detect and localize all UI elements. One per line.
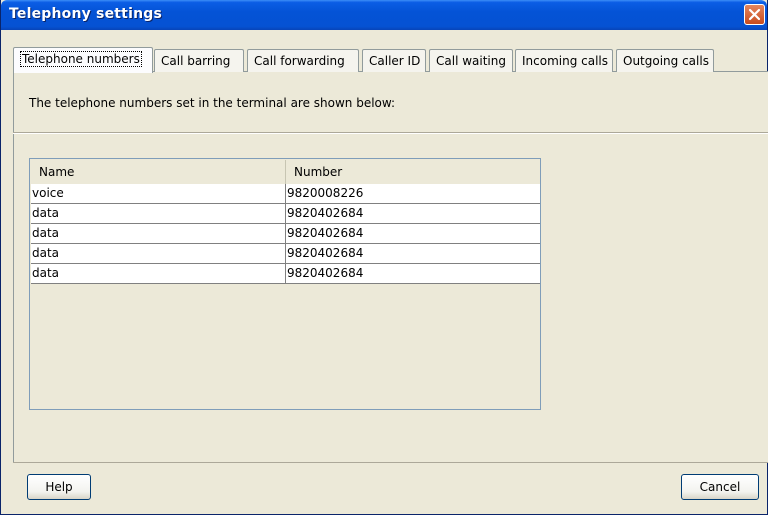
tab-call-barring[interactable]: Call barring xyxy=(154,49,244,72)
cancel-button[interactable]: Cancel xyxy=(681,474,759,500)
cell-number[interactable]: 9820402684 xyxy=(286,244,540,264)
cell-number[interactable]: 9820402684 xyxy=(286,224,540,244)
table-row[interactable]: data 9820402684 xyxy=(31,244,540,264)
table-body: voice 9820008226 data 9820402684 data 98… xyxy=(31,184,540,284)
cell-name[interactable]: voice xyxy=(31,184,286,204)
cell-name[interactable]: data xyxy=(31,204,286,224)
telephony-settings-window: Telephony settings Telephone numbers Cal… xyxy=(0,0,768,515)
close-icon xyxy=(748,8,761,21)
help-button[interactable]: Help xyxy=(27,474,91,500)
column-header-number[interactable]: Number xyxy=(286,160,540,184)
title-bar: Telephony settings xyxy=(1,0,767,30)
cell-number[interactable]: 9820008226 xyxy=(286,184,540,204)
tab-outgoing-calls[interactable]: Outgoing calls xyxy=(616,49,714,72)
cell-number[interactable]: 9820402684 xyxy=(286,204,540,224)
window-title: Telephony settings xyxy=(9,6,162,22)
cell-name[interactable]: data xyxy=(31,264,286,284)
cell-number[interactable]: 9820402684 xyxy=(286,264,540,284)
tab-call-forwarding[interactable]: Call forwarding xyxy=(247,49,359,72)
divider xyxy=(13,132,768,134)
table-row[interactable]: data 9820402684 xyxy=(31,224,540,244)
description-text: The telephone numbers set in the termina… xyxy=(29,96,396,110)
footer-divider xyxy=(13,462,768,463)
telephone-numbers-table[interactable]: Name Number voice 9820008226 data 982040… xyxy=(29,158,541,410)
table-header: Name Number xyxy=(31,160,540,185)
table-row[interactable]: data 9820402684 xyxy=(31,204,540,224)
tab-caller-id[interactable]: Caller ID xyxy=(362,49,426,72)
cell-name[interactable]: data xyxy=(31,244,286,264)
cell-name[interactable]: data xyxy=(31,224,286,244)
column-header-name[interactable]: Name xyxy=(31,160,286,184)
tab-telephone-numbers[interactable]: Telephone numbers xyxy=(13,47,153,73)
table-row[interactable]: voice 9820008226 xyxy=(31,184,540,204)
table-row[interactable]: data 9820402684 xyxy=(31,264,540,284)
tab-incoming-calls[interactable]: Incoming calls xyxy=(515,49,613,72)
tab-call-waiting[interactable]: Call waiting xyxy=(429,49,513,72)
close-button[interactable] xyxy=(744,4,765,25)
